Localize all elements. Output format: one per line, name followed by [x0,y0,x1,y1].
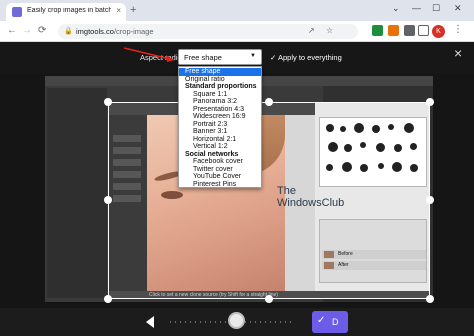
previous-image-icon[interactable] [146,316,154,328]
extensions-puzzle-icon[interactable] [404,25,415,36]
dropdown-option[interactable]: Portrait 2:3 [179,121,261,129]
browser-toolbar: ← → ⟳ 🔒 imgtools.co/crop-image ↗ ☆ K ⋮ [0,21,474,42]
check-icon: ✓ [270,53,277,62]
done-label: D [332,317,339,327]
minimize-button[interactable]: — [412,3,421,13]
crop-handle-top-right[interactable] [426,98,434,106]
crop-area[interactable]: Before After The WindowsClub Click to se… [108,102,430,299]
dropdown-option[interactable]: Panorama 3:2 [179,98,261,106]
dropdown-option[interactable]: Original ratio [179,76,261,84]
bookmark-star-icon[interactable]: ☆ [326,26,333,35]
address-bar[interactable]: 🔒 imgtools.co/crop-image ↗ ☆ [58,24,358,39]
crop-handle-bottom-left[interactable] [104,295,112,303]
tab-close-icon[interactable]: × [116,6,121,15]
side-panel-icon[interactable] [418,25,429,36]
extension-orange-icon[interactable] [388,25,399,36]
image-layer-row: Before [322,250,426,259]
image-layer-row: After [322,261,426,270]
aspect-ratio-dropdown: Free shape Original ratio Standard proport… [178,66,262,188]
crop-handle-top[interactable] [265,98,273,106]
forward-button[interactable]: → [22,25,32,37]
crop-handle-top-left[interactable] [104,98,112,106]
close-window-button[interactable]: ✕ [454,3,462,14]
image-eye [161,191,183,199]
crop-handle-left[interactable] [104,196,112,204]
watermark-line: WindowsClub [277,197,345,209]
done-check-icon: ✓ [317,315,326,326]
dropdown-group-header: Standard proportions [185,83,257,90]
apply-to-everything-label: Apply to everything [277,53,342,62]
image-tool-options [109,115,147,291]
close-editor-icon[interactable]: × [454,45,462,61]
dropdown-option[interactable]: Banner 3:1 [179,128,261,136]
dropdown-option[interactable]: Horizontal 2:1 [179,136,261,144]
image-left-panel [47,88,107,298]
crop-handle-bottom-right[interactable] [426,295,434,303]
image-layer-name: After [338,262,349,268]
browser-tab-strip: Easily crop images in batch - img × + ⌄ … [0,0,474,21]
chevron-down-icon: ▼ [250,53,256,59]
image-watermark: The WindowsClub [277,185,344,209]
rotation-slider-knob[interactable] [228,312,245,329]
watermark-line: The [277,185,296,197]
dropdown-group-header: Social networks [185,150,239,158]
crop-handle-bottom[interactable] [265,295,273,303]
reload-button[interactable]: ⟳ [38,25,46,37]
dropdown-option[interactable]: Free shape [179,68,261,76]
dropdown-option[interactable]: Facebook cover [179,158,261,166]
image-layers-panel: Before After [319,219,427,283]
dropdown-option[interactable]: YouTube Cover [179,173,261,181]
more-menu-icon[interactable]: ⋮ [453,24,463,35]
aspect-ratio-value: Free shape [184,53,222,62]
dropdown-option[interactable]: Pinterest Pins [179,181,261,189]
aspect-ratio-select[interactable]: Free shape ▼ [178,49,262,65]
browser-tab[interactable]: Easily crop images in batch - img × [6,3,126,21]
apply-to-everything-toggle[interactable]: ✓ Apply to everything [270,53,342,62]
dropdown-option[interactable]: Presentation 4:3 [179,106,261,114]
annotation-arrow [123,47,175,62]
image-status-text: Click to set a new clone source (try Shi… [149,292,278,298]
dropdown-option[interactable]: Vertical 1:2 [179,143,261,151]
tab-title: Easily crop images in batch - img [27,7,111,14]
share-icon[interactable]: ↗ [308,26,315,35]
dropdown-option[interactable]: Widescreen 16:9 [179,113,261,121]
extension-green-icon[interactable] [372,25,383,36]
maximize-button[interactable]: ☐ [432,3,440,14]
image-brushes-grid [319,117,427,187]
profile-avatar[interactable]: K [432,25,445,38]
tab-search-icon[interactable]: ⌄ [392,3,400,14]
done-button[interactable]: ✓ D [312,311,348,333]
dropdown-option[interactable]: Twitter cover [179,166,261,174]
new-tab-button[interactable]: + [130,5,136,16]
image-layer-name: Before [338,251,353,257]
back-button[interactable]: ← [7,25,17,37]
lock-icon[interactable]: 🔒 [64,27,73,35]
dropdown-option[interactable]: Square 1:1 [179,91,261,99]
crop-handle-right[interactable] [426,196,434,204]
site-favicon-icon [12,7,22,17]
url-text: imgtools.co/crop-image [76,27,154,36]
bottom-bar: ✓ D [0,308,474,336]
